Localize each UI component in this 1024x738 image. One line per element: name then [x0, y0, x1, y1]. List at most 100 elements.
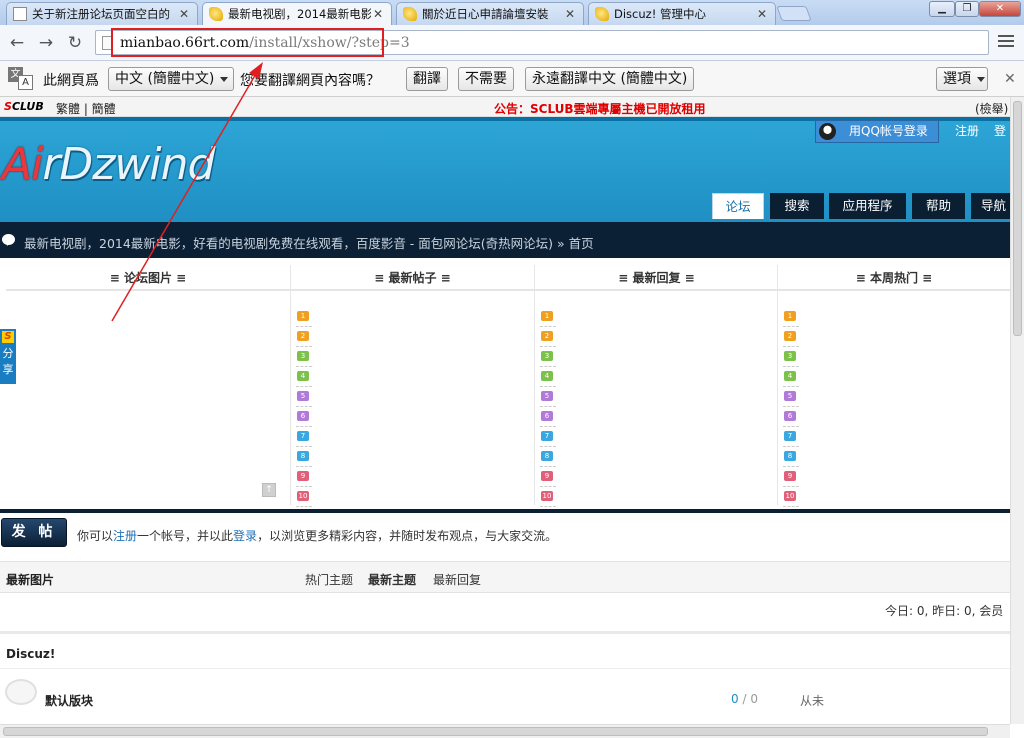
close-icon[interactable]: ✕	[177, 7, 191, 21]
site-header: AirDzwind 用QQ帐号登录 注册 登 论坛 搜索 应用程序 帮助 导航	[0, 117, 1010, 222]
announcement-link[interactable]: 公告：SCLUB雲端專屬主機已開放租用	[494, 100, 706, 117]
list-item[interactable]: 4	[783, 367, 799, 387]
list-item[interactable]: 6	[783, 407, 799, 427]
language-select[interactable]: 中文 (簡體中文)	[108, 67, 234, 91]
rank-list: 1 2 3 4 5 6 7 8 9 10	[296, 307, 314, 507]
tab-3[interactable]: 關於近日心申請論壇安裝 ✕	[396, 2, 584, 25]
forward-icon[interactable]: →	[35, 33, 57, 53]
list-item[interactable]: 10	[296, 487, 312, 507]
rank-badge: 7	[541, 431, 556, 441]
hint-login-link[interactable]: 登录	[233, 529, 257, 543]
portal-block: ≡ 论坛图片 ≡ ↑ ≡ 最新帖子 ≡ 1 2 3 4 5 6 7 8 9 10 ≡ 最新回复 ≡…	[6, 265, 1010, 507]
rank-badge: 3	[297, 351, 312, 361]
forum-name[interactable]: 默认版块	[45, 692, 93, 709]
rank-badge: 6	[784, 411, 799, 421]
minimize-button[interactable]: ▁	[929, 1, 955, 17]
list-item[interactable]: 2	[296, 327, 312, 347]
scroll-thumb[interactable]	[3, 727, 988, 736]
rank-badge: 8	[297, 451, 312, 461]
nav-tab-forum[interactable]: 论坛	[712, 193, 764, 219]
list-item[interactable]: 8	[783, 447, 799, 467]
list-item[interactable]: 7	[540, 427, 556, 447]
maximize-button[interactable]: ❐	[955, 1, 979, 17]
list-item[interactable]: 1	[540, 307, 556, 327]
list-item[interactable]: 4	[296, 367, 312, 387]
close-icon[interactable]: ✕	[563, 7, 577, 21]
list-item[interactable]: 1	[783, 307, 799, 327]
breadcrumb[interactable]: 最新电视剧，2014最新电影，好看的电视剧免费在线观看，百度影音 - 面包网论坛…	[24, 233, 594, 252]
login-link[interactable]: 登	[994, 122, 1006, 139]
forum-category-header: Discuz!	[0, 631, 1010, 669]
list-item[interactable]: 8	[296, 447, 312, 467]
list-item[interactable]: 8	[540, 447, 556, 467]
always-translate-button[interactable]: 永遠翻譯中文 (簡體中文)	[525, 67, 695, 91]
list-item[interactable]: 9	[783, 467, 799, 487]
forum-stats: 今日: 0, 昨日: 0, 会员	[885, 604, 1004, 618]
tab-latest-topics[interactable]: 最新主题	[368, 571, 416, 588]
column-header: ≡ 论坛图片 ≡	[6, 265, 290, 291]
list-item[interactable]: 3	[296, 347, 312, 367]
vertical-scrollbar[interactable]	[1010, 97, 1024, 724]
list-item[interactable]: 2	[783, 327, 799, 347]
tab-4[interactable]: Discuz! 管理中心 ✕	[588, 2, 776, 25]
site-logo[interactable]: AirDzwind	[2, 139, 215, 190]
latest-bar: 最新图片 热门主题 最新主题 最新回复	[0, 561, 1010, 593]
hint-register-link[interactable]: 注册	[113, 529, 137, 543]
forum-count: 0 / 0	[731, 692, 758, 706]
horizontal-scrollbar[interactable]	[0, 724, 1010, 738]
report-link[interactable]: (檢舉)	[975, 100, 1008, 117]
list-item[interactable]: 6	[540, 407, 556, 427]
tab-2[interactable]: 最新电视剧，2014最新电影 ✕	[202, 2, 392, 25]
new-tab-button[interactable]	[776, 6, 812, 21]
list-item[interactable]: 5	[296, 387, 312, 407]
address-bar[interactable]: mianbao.66rt.com/install/xshow/?step=3	[95, 28, 989, 57]
list-item[interactable]: 9	[296, 467, 312, 487]
nav-tab-guide[interactable]: 导航	[971, 193, 1010, 219]
options-button[interactable]: 選項	[936, 67, 988, 91]
chevron-down-icon	[977, 76, 985, 82]
close-icon[interactable]: ✕	[755, 7, 769, 21]
slider-handle[interactable]: ↑	[262, 483, 276, 497]
tab-title: 最新电视剧，2014最新电影	[228, 7, 371, 21]
close-icon[interactable]: ✕	[371, 7, 385, 21]
register-link[interactable]: 注册	[955, 122, 979, 139]
back-icon[interactable]: ←	[6, 33, 28, 53]
list-item[interactable]: 10	[540, 487, 556, 507]
nav-tab-apps[interactable]: 应用程序	[829, 193, 906, 219]
rank-badge: 3	[541, 351, 556, 361]
menu-icon[interactable]	[998, 35, 1014, 49]
reload-icon[interactable]: ↻	[64, 33, 86, 53]
tab-1[interactable]: 关于新注册论坛页面空白的 ✕	[6, 2, 198, 25]
forum-category-title[interactable]: Discuz!	[6, 647, 55, 661]
list-item[interactable]: 9	[540, 467, 556, 487]
list-item[interactable]: 6	[296, 407, 312, 427]
scroll-thumb[interactable]	[1013, 101, 1022, 336]
nav-tab-help[interactable]: 帮助	[912, 193, 965, 219]
nav-tab-search[interactable]: 搜索	[770, 193, 824, 219]
new-post-button[interactable]: 发 帖	[1, 518, 67, 547]
list-item[interactable]: 5	[783, 387, 799, 407]
tab-hot-topics[interactable]: 热门主题	[305, 571, 353, 588]
list-item[interactable]: 4	[540, 367, 556, 387]
qq-login-button[interactable]: 用QQ帐号登录	[815, 120, 939, 143]
close-icon[interactable]: ✕	[1004, 71, 1016, 87]
rank-badge: 6	[541, 411, 556, 421]
list-item[interactable]: 7	[296, 427, 312, 447]
language-links[interactable]: 繁體 | 簡體	[56, 100, 116, 117]
doc-icon	[13, 7, 27, 21]
options-label: 選項	[943, 71, 971, 87]
no-translate-button[interactable]: 不需要	[458, 67, 514, 91]
list-item[interactable]: 3	[783, 347, 799, 367]
column-weekly-hot: ≡ 本周热门 ≡ 1 2 3 4 5 6 7 8 9 10	[778, 265, 1010, 507]
list-item[interactable]: 2	[540, 327, 556, 347]
web-page: SCLUB 繁體 | 簡體 公告：SCLUB雲端專屬主機已開放租用 (檢舉) A…	[0, 97, 1010, 724]
list-item[interactable]: 3	[540, 347, 556, 367]
window-close-button[interactable]: ✕	[979, 1, 1021, 17]
list-item[interactable]: 10	[783, 487, 799, 507]
list-item[interactable]: 5	[540, 387, 556, 407]
tab-latest-replies[interactable]: 最新回复	[433, 571, 481, 588]
translate-button[interactable]: 翻譯	[406, 67, 448, 91]
rank-badge: 2	[297, 331, 312, 341]
list-item[interactable]: 1	[296, 307, 312, 327]
list-item[interactable]: 7	[783, 427, 799, 447]
